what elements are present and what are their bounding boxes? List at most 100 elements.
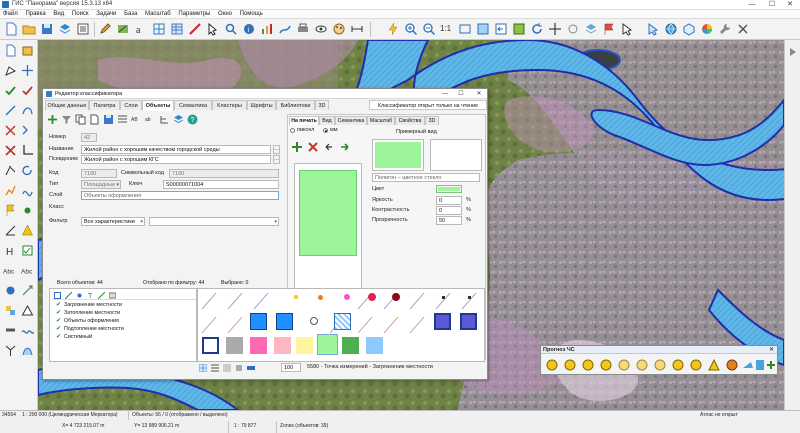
scale-icon[interactable] [350, 22, 364, 36]
tab-palette[interactable]: Палитра [89, 100, 120, 110]
hazard-gear-icon[interactable] [726, 359, 738, 371]
tab-libraries[interactable]: Библиотеки [276, 100, 315, 110]
palette-icon[interactable] [332, 22, 346, 36]
layer-check-flooding[interactable]: ✔ [56, 310, 61, 316]
name-edit-button[interactable]: … [273, 145, 280, 154]
subtab-print[interactable]: На печать [289, 116, 319, 125]
tree-icon[interactable] [159, 114, 170, 125]
hazard-flood-icon[interactable] [618, 359, 630, 371]
layer-design-objects[interactable]: Объекты оформления [64, 318, 119, 324]
hazard-bio-icon[interactable] [600, 359, 612, 371]
merge-tool-icon[interactable] [21, 124, 34, 137]
dialog-title-bar[interactable]: Редактор классификатора — ☐ ✕ [43, 89, 487, 99]
square-shape-icon[interactable] [54, 292, 61, 299]
swatch-lightblue[interactable] [366, 337, 383, 354]
tab-clusters[interactable]: Кластеры [212, 100, 247, 110]
edit-map-icon[interactable] [116, 22, 130, 36]
find-replace-icon[interactable]: ab [145, 114, 156, 125]
add-object-icon[interactable] [47, 114, 58, 125]
grid-icon[interactable] [152, 22, 166, 36]
line-tool-icon[interactable] [4, 104, 17, 117]
radio-mm[interactable] [323, 128, 328, 133]
text-abc-icon[interactable]: Abc [3, 264, 16, 277]
key-field[interactable]: S00000071004 [163, 180, 279, 189]
rotate-icon[interactable] [566, 22, 580, 36]
grid-view-icon[interactable] [199, 364, 207, 372]
symbol-small-dot[interactable] [442, 296, 445, 299]
layer-system[interactable]: Системный [64, 334, 92, 340]
tab-fonts[interactable]: Шрифты [247, 100, 276, 110]
text-icon[interactable]: a [134, 22, 148, 36]
fit-map-icon[interactable] [476, 22, 490, 36]
check-icon[interactable] [4, 84, 17, 97]
stack-layers-icon[interactable] [173, 114, 184, 125]
save-object-icon[interactable] [103, 114, 114, 125]
hazard-storm-icon[interactable] [654, 359, 666, 371]
maximize-button[interactable]: ☐ [762, 0, 782, 10]
large-icons-icon[interactable] [223, 364, 231, 372]
delete-icon[interactable] [4, 144, 17, 157]
fill-icon[interactable] [21, 44, 34, 57]
hazard-chemical-icon[interactable] [582, 359, 594, 371]
menu-parameters[interactable]: Параметры [175, 10, 213, 19]
details-icon[interactable] [247, 364, 255, 372]
alias-field[interactable]: Жилой район с хорошим КГС [81, 155, 271, 164]
hazard-quake-icon[interactable] [672, 359, 684, 371]
menu-search[interactable]: Поиск [69, 10, 92, 19]
subtab-scale[interactable]: Масштаб [367, 116, 395, 125]
help-icon[interactable]: ? [187, 114, 198, 125]
previous-view-icon[interactable] [494, 22, 508, 36]
line-shape-icon[interactable] [65, 292, 72, 299]
menu-edit[interactable]: Правка [22, 10, 48, 19]
symbol-yellow-dot[interactable] [294, 295, 298, 299]
3d-view-icon[interactable] [682, 22, 696, 36]
small-icons-icon[interactable] [235, 364, 243, 372]
point-icon[interactable] [21, 204, 34, 217]
alias-edit-button[interactable]: … [273, 155, 280, 164]
shape-icon[interactable] [21, 344, 34, 357]
filter-search-select[interactable]: ▾ [149, 217, 279, 226]
triangle-icon[interactable] [21, 304, 34, 317]
symbol-size-field[interactable]: 100 [281, 363, 301, 372]
open-folder-icon[interactable] [22, 22, 36, 36]
sign-icon[interactable] [4, 284, 17, 297]
layer-select[interactable]: Объекты оформления [81, 191, 279, 200]
layer-check-pollution[interactable]: ✔ [56, 302, 61, 308]
code-field[interactable]: 7100 [81, 169, 117, 178]
transparency-field[interactable]: 50 [436, 216, 462, 225]
swatch-yellow[interactable] [296, 337, 313, 354]
rotate-object-icon[interactable] [21, 164, 34, 177]
print-icon[interactable] [296, 22, 310, 36]
hazard-landslide-icon[interactable] [690, 359, 702, 371]
tab-layers[interactable]: Слои [120, 100, 142, 110]
symbol-icon[interactable] [21, 224, 34, 237]
swatch-outline[interactable] [202, 337, 219, 354]
text-curve-icon[interactable]: Abc [21, 264, 34, 277]
new-document-icon[interactable] [4, 22, 18, 36]
hazard-fire-icon[interactable] [546, 359, 558, 371]
info-icon[interactable]: i [242, 22, 256, 36]
zoom-1to1-button[interactable]: 1:1 [440, 22, 454, 36]
hazard-exit-icon[interactable] [767, 361, 775, 369]
tab-general[interactable]: Общие данные [45, 100, 89, 110]
object-filter-icon[interactable] [61, 114, 72, 125]
pan-icon[interactable] [548, 22, 562, 36]
name-field[interactable]: Жилой район с хорошим качеством городско… [81, 145, 271, 154]
dialog-maximize-button[interactable]: ☐ [455, 89, 467, 99]
symbol-orange-dot[interactable] [318, 295, 323, 300]
select-object-icon[interactable] [206, 22, 220, 36]
forecast-close-button[interactable]: ✕ [769, 346, 774, 353]
symbol-red-dot[interactable] [368, 293, 376, 301]
swatch-pink[interactable] [250, 337, 267, 354]
layer-check-waterlogging[interactable]: ✔ [56, 326, 61, 332]
lightning-icon[interactable] [386, 22, 400, 36]
color-wheel-icon[interactable] [700, 22, 714, 36]
number-field[interactable]: 42 [81, 133, 97, 142]
pipe-icon[interactable] [4, 324, 17, 337]
layer-pollution[interactable]: Загрязнение местности [64, 302, 122, 308]
list-icon[interactable] [117, 114, 128, 125]
style-field[interactable]: Полигон – цветное стекло [372, 173, 480, 182]
flag-marker-icon[interactable] [4, 204, 17, 217]
group-icon[interactable] [4, 304, 17, 317]
symbol-magenta-dot[interactable] [344, 294, 350, 300]
